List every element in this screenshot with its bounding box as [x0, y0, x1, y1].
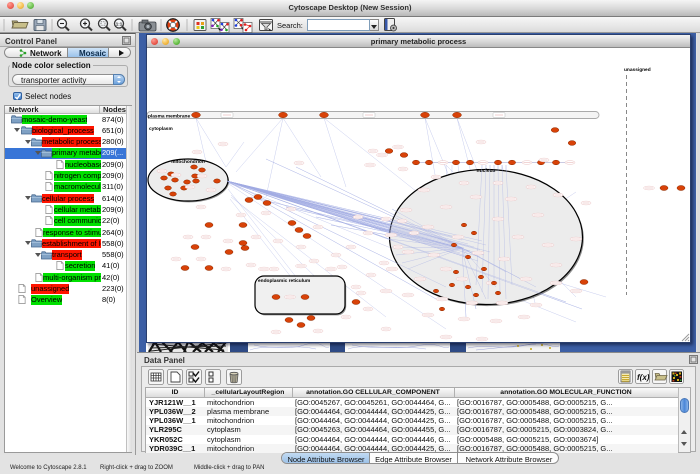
- svg-text:plasma membrane: plasma membrane: [148, 114, 190, 120]
- svg-text:1:1: 1:1: [116, 22, 123, 27]
- svg-text:endoplasmic reticulum: endoplasmic reticulum: [258, 278, 310, 284]
- svg-text:cytoplasm: cytoplasm: [149, 126, 173, 132]
- svg-text:nucleus: nucleus: [477, 168, 496, 174]
- svg-text:f(x): f(x): [637, 373, 650, 382]
- svg-text:unassigned: unassigned: [624, 67, 651, 73]
- svg-text:mitochondrion: mitochondrion: [171, 159, 205, 165]
